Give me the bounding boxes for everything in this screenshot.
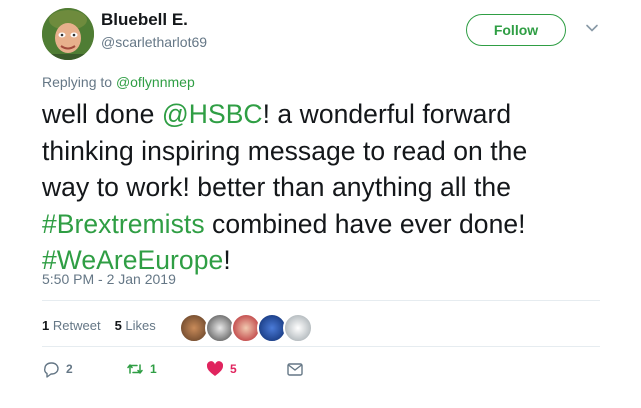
mention-link[interactable]: @HSBC — [162, 99, 263, 129]
divider — [42, 346, 600, 347]
screen-name[interactable]: @scarletharlot69 — [101, 34, 207, 50]
replying-to: Replying to @oflynnmep — [42, 74, 195, 90]
tweet-text-part: ! a wonderful forward — [262, 99, 512, 129]
timestamp[interactable]: 5:50 PM - 2 Jan 2019 — [42, 271, 176, 287]
hashtag-link[interactable]: #Brextremists — [42, 209, 205, 239]
retweets-stat[interactable]: 1 Retweet — [42, 318, 101, 333]
tweet-text: well done @HSBC! a wonderful forward thi… — [42, 96, 602, 279]
retweets-count: 1 — [42, 318, 50, 333]
liker-avatars — [179, 313, 313, 343]
message-icon — [287, 363, 303, 376]
divider — [42, 300, 600, 301]
tweet-text-part: well done — [42, 99, 162, 129]
message-action[interactable] — [286, 360, 304, 378]
tweet-text-part: combined have ever done! — [204, 208, 526, 239]
engagement-stats: 1 Retweet 5 Likes — [42, 318, 156, 333]
likes-label: Likes — [125, 318, 156, 333]
like-count: 5 — [230, 362, 237, 376]
reply-icon — [43, 362, 59, 378]
chevron-down-icon[interactable] — [584, 20, 600, 36]
retweets-label: Retweet — [52, 318, 101, 333]
like-action[interactable]: 5 — [206, 360, 237, 378]
tweet-text-part: way to work! better than anything all th… — [42, 172, 512, 202]
replying-prefix: Replying to — [42, 74, 113, 90]
replying-handle-link[interactable]: @oflynnmep — [116, 74, 195, 90]
reply-action[interactable]: 2 — [42, 360, 73, 378]
likes-count: 5 — [114, 318, 122, 333]
avatar-image — [42, 8, 94, 60]
tweet-text-part: thinking inspiring message to read on th… — [42, 135, 528, 166]
reply-count: 2 — [66, 362, 73, 376]
follow-button[interactable]: Follow — [466, 14, 566, 46]
tweet-text-part: ! — [223, 245, 231, 275]
likes-stat[interactable]: 5 Likes — [115, 318, 156, 333]
display-name[interactable]: Bluebell E. — [101, 10, 188, 30]
retweet-icon — [127, 364, 143, 374]
liker-avatar[interactable] — [283, 313, 313, 343]
avatar[interactable] — [42, 8, 94, 60]
retweet-count: 1 — [150, 362, 157, 376]
retweet-action[interactable]: 1 — [126, 360, 157, 378]
heart-icon — [206, 361, 224, 376]
